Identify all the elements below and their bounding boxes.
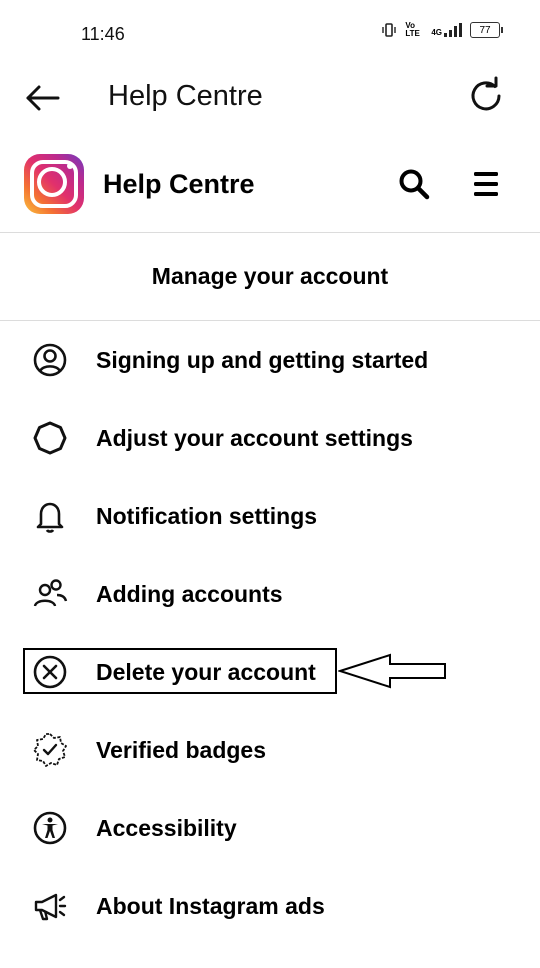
reload-icon[interactable] (466, 76, 506, 116)
volte-indicator: Vo LTE (405, 21, 420, 38)
menu-item-label: Adjust your account settings (96, 425, 413, 451)
menu-item-adding-accounts[interactable]: Adding accounts (0, 564, 540, 624)
megaphone-icon (34, 893, 67, 921)
highlight-box (23, 648, 337, 694)
signal-icon (444, 23, 462, 37)
app-bar: Help Centre (0, 70, 540, 126)
divider (0, 320, 540, 321)
status-icons: Vo LTE 4G 77 (381, 21, 503, 38)
verified-badge-icon (33, 733, 67, 767)
menu-item-label: Adding accounts (96, 581, 283, 607)
menu-item-label: Signing up and getting started (96, 347, 429, 373)
user-circle-icon (33, 343, 67, 377)
divider (0, 232, 540, 233)
status-time: 11:46 (81, 24, 125, 44)
menu-item-notification-settings[interactable]: Notification settings (0, 486, 540, 546)
bell-icon (36, 502, 64, 533)
instagram-logo[interactable] (24, 154, 84, 214)
menu-item-label: About Instagram ads (96, 893, 325, 919)
menu-item-label: Notification settings (96, 503, 318, 529)
menu-item-signing-up[interactable]: Signing up and getting started (0, 330, 540, 390)
hamburger-menu-icon[interactable] (468, 166, 504, 202)
network-indicator: 4G (431, 23, 462, 37)
section-title: Manage your account (151, 263, 389, 289)
app-bar-title: Help Centre (108, 80, 263, 112)
search-icon[interactable] (396, 166, 432, 202)
arrow-left-icon[interactable] (22, 78, 62, 118)
menu-item-account-settings[interactable]: Adjust your account settings (0, 408, 540, 468)
site-title[interactable]: Help Centre (103, 166, 255, 202)
menu-item-label: Accessibility (96, 815, 237, 841)
accessibility-icon (33, 811, 67, 845)
menu-item-instagram-ads[interactable]: About Instagram ads (0, 876, 540, 936)
menu-item-verified-badges[interactable]: Verified badges (0, 720, 540, 780)
site-header: Help Centre (0, 150, 540, 232)
vibrate-icon (382, 23, 397, 37)
arrow-left-annotation-icon (338, 653, 446, 689)
users-icon (33, 579, 68, 607)
menu-item-accessibility[interactable]: Accessibility (0, 798, 540, 858)
gear-icon (33, 421, 67, 455)
status-bar: 11:46 Vo LTE 4G 77 (0, 0, 540, 70)
menu-item-label: Verified badges (96, 737, 267, 763)
battery-indicator: 77 (470, 22, 503, 38)
